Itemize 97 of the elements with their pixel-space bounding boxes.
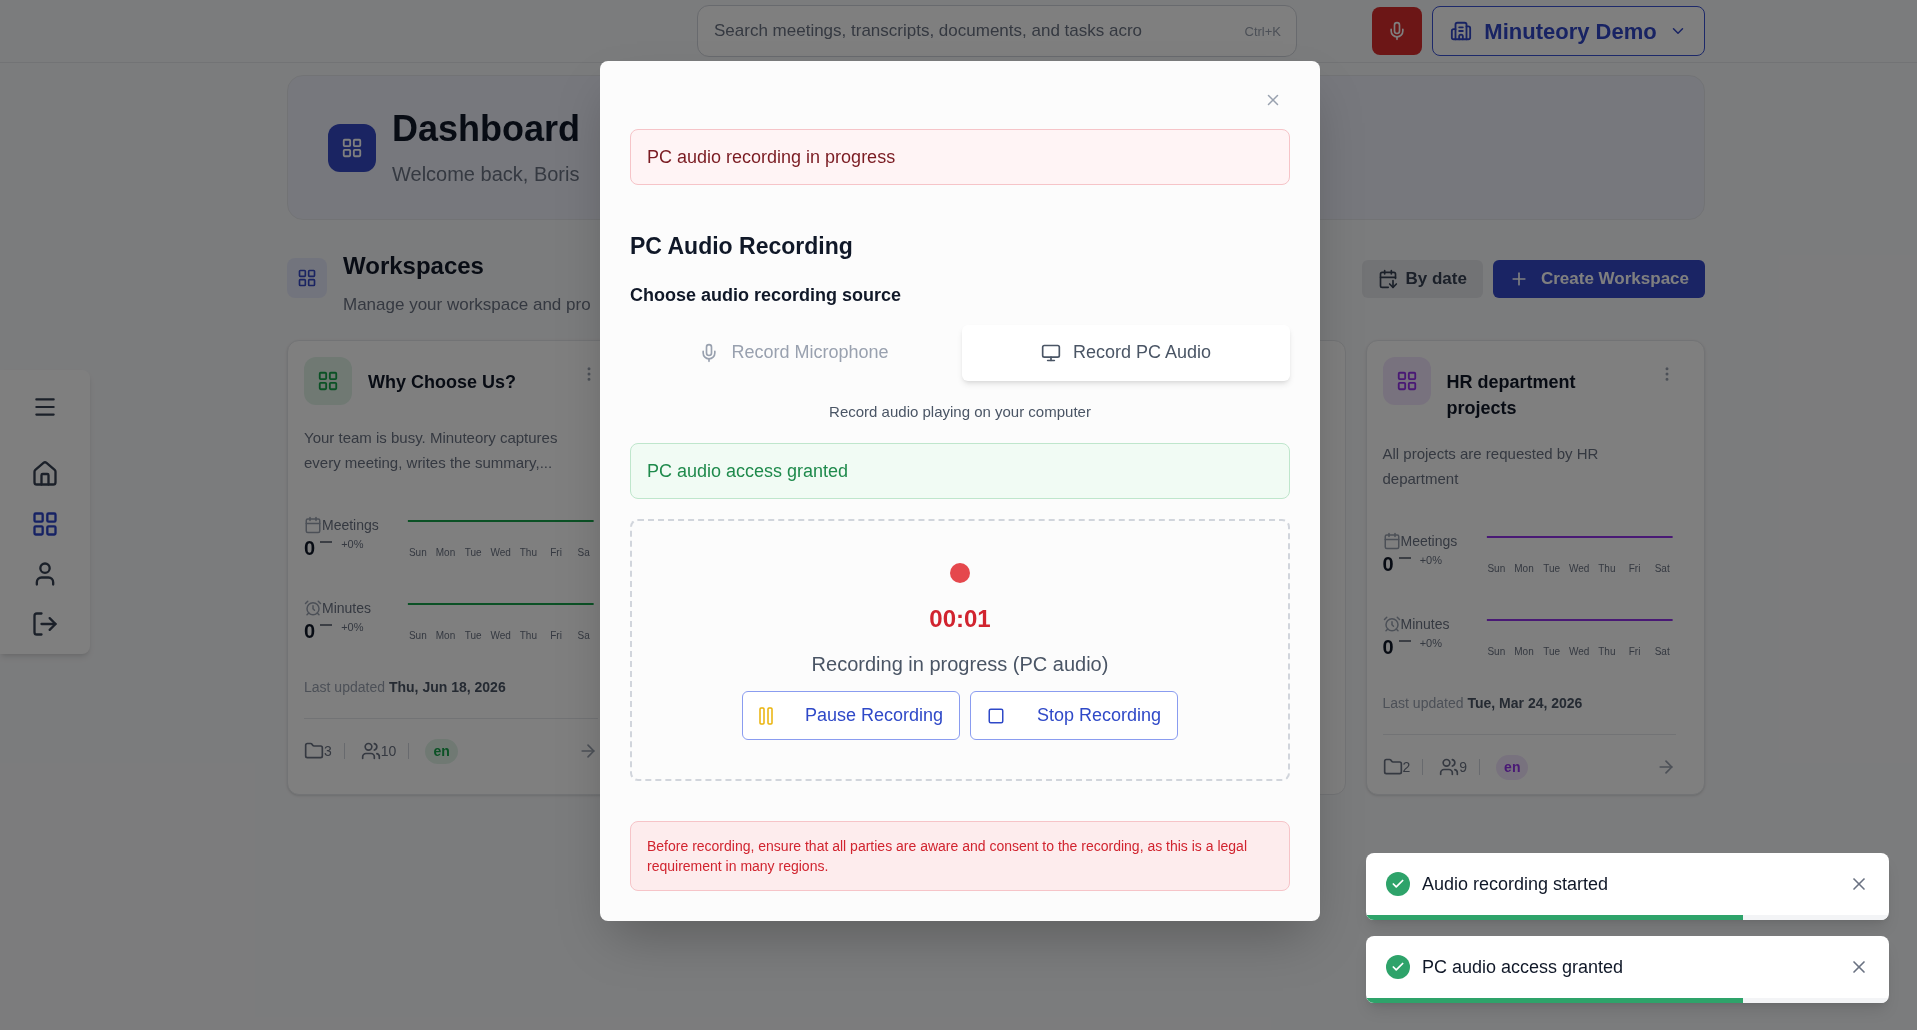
day-label: Thu [1597, 561, 1617, 576]
day-label: Sat [1653, 644, 1671, 659]
day-label: Fri [1627, 561, 1642, 576]
minus-icon [1397, 638, 1412, 643]
sort-button[interactable]: By date [1361, 260, 1483, 298]
day-label: Sa [576, 545, 591, 560]
users-icon [1439, 757, 1460, 777]
workspace-description: Your team is busy. Minuteory captures every meeting, writes the summary,... [304, 427, 559, 473]
workspaces-icon [287, 258, 327, 298]
stat-label: Minutes [1400, 614, 1450, 634]
day-label: Mon [434, 545, 457, 560]
success-check-icon [1386, 872, 1410, 896]
day-label: Wed [489, 628, 512, 643]
source-label: Choose audio recording source [630, 283, 903, 307]
day-label: Mon [1513, 561, 1535, 576]
folder-count: 2 [1402, 757, 1411, 777]
dialog-title: PC Audio Recording [630, 232, 854, 261]
recording-timer: 00:01 [929, 604, 991, 634]
day-label: Mon [1513, 644, 1535, 659]
alarm-clock-icon [1382, 615, 1401, 633]
day-label: Fri [549, 628, 563, 643]
calendar-icon [304, 516, 322, 534]
workspace-description: All projects are requested by HR department [1382, 443, 1600, 489]
recording-status: Recording in progress (PC audio) [811, 652, 1109, 677]
day-label: Sun [1486, 644, 1507, 659]
workspace-title: HR department projects [1446, 370, 1577, 420]
day-label: Tue [463, 628, 483, 643]
access-status: PC audio access granted [630, 443, 1290, 499]
logout-icon[interactable] [31, 610, 59, 638]
record-button[interactable] [1372, 7, 1422, 55]
source-tab[interactable]: Record PC Audio [962, 324, 1290, 381]
day-label: Sun [407, 545, 428, 560]
workspace-title: Why Choose Us? [368, 370, 517, 394]
alarm-clock-icon [304, 599, 322, 617]
day-label: Wed [1568, 561, 1591, 576]
day-label: Sat [1653, 561, 1671, 576]
success-check-icon [1386, 955, 1410, 979]
toast-message: Audio recording started [1422, 872, 1610, 896]
stop-button[interactable]: Stop Recording [970, 691, 1179, 740]
stat-change: +0% [341, 536, 364, 552]
stat-label: Minutes [322, 598, 372, 618]
day-label: Tue [1542, 644, 1562, 659]
source-hint: Record audio playing on your computer [828, 401, 1092, 422]
member-count: 9 [1459, 757, 1468, 777]
minus-icon [319, 539, 334, 544]
section-title: Workspaces [343, 251, 485, 281]
minus-icon [319, 622, 334, 627]
last-updated-date: Tue, Mar 24, 2026 [1467, 693, 1583, 713]
minus-icon [1397, 555, 1412, 560]
stat-value: 0 [304, 618, 316, 643]
recording-alert: PC audio recording in progress [630, 129, 1290, 185]
stop-icon [987, 706, 1005, 725]
stat-value: 0 [304, 535, 316, 560]
day-label: Sa [576, 628, 591, 643]
workspace-switcher[interactable]: Minuteory Demo [1432, 6, 1705, 56]
day-label: Sun [407, 628, 428, 643]
welcome-text: Welcome back, Boris [392, 161, 581, 187]
page-title: Dashboard [392, 106, 581, 151]
calendar-icon [1377, 269, 1398, 289]
source-tab[interactable]: Record Microphone [630, 324, 958, 381]
folder-icon [1382, 757, 1403, 777]
calendar-icon [1382, 532, 1401, 550]
toast-message: PC audio access granted [1422, 955, 1625, 979]
stat-change: +0% [1419, 552, 1442, 568]
building-icon [1450, 20, 1473, 42]
grid-icon[interactable] [31, 510, 59, 538]
section-subtitle: Manage your workspace and pro [343, 294, 591, 316]
microphone-icon [1387, 21, 1407, 41]
day-label: Thu [518, 628, 538, 643]
users-icon [360, 741, 381, 761]
dashboard-logo-icon [328, 123, 376, 172]
member-count: 10 [380, 741, 397, 761]
stat-change: +0% [1419, 635, 1442, 651]
monitor-icon [1040, 342, 1061, 363]
stat-label: Meetings [322, 515, 379, 535]
pause-button[interactable]: Pause Recording [741, 691, 960, 740]
day-label: Tue [1542, 561, 1562, 576]
day-label: Sun [1486, 561, 1507, 576]
stat-label: Meetings [1400, 531, 1458, 551]
stat-value: 0 [1382, 551, 1394, 576]
day-label: Tue [463, 545, 483, 560]
create-workspace-button[interactable]: Create Workspace [1492, 260, 1705, 298]
day-label: Thu [1597, 644, 1617, 659]
folder-icon [304, 741, 324, 761]
consent-notice: Before recording, ensure that all parties are aware and consent to the recording, as this is a legal requirement in many regions. [630, 821, 1290, 891]
day-label: Fri [1627, 644, 1642, 659]
day-label: Mon [434, 628, 457, 643]
day-label: Fri [549, 545, 563, 560]
stat-change: +0% [341, 619, 364, 635]
day-label: Wed [1568, 644, 1591, 659]
day-label: Thu [518, 545, 538, 560]
home-icon[interactable] [31, 460, 59, 488]
last-updated-date: Thu, Jun 18, 2026 [388, 677, 506, 697]
folder-count: 3 [324, 741, 332, 761]
pause-icon [758, 706, 773, 725]
stat-value: 0 [1382, 634, 1394, 659]
day-label: Wed [489, 545, 512, 560]
